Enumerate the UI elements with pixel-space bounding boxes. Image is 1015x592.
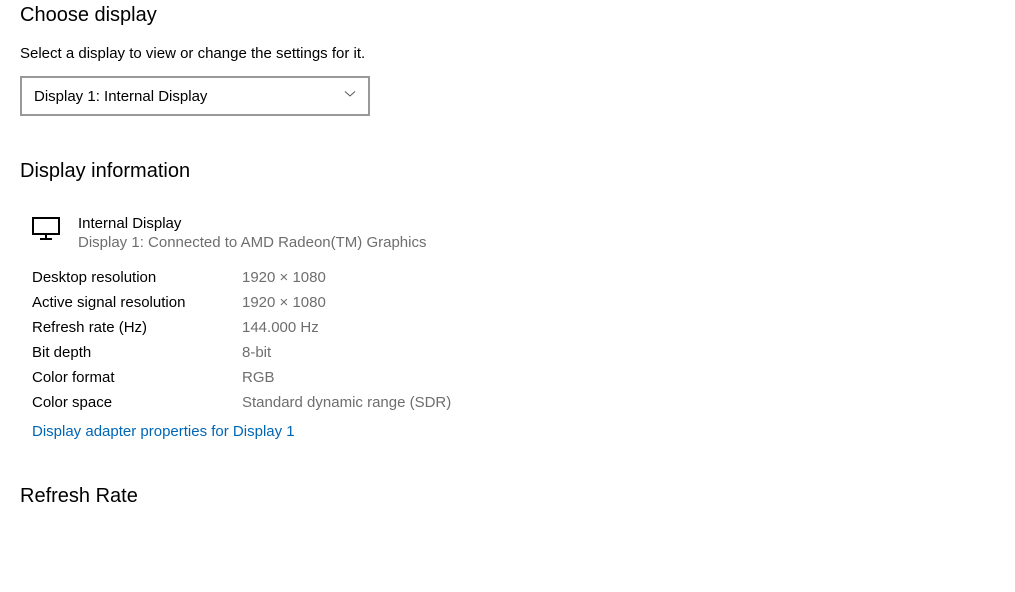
display-information-heading: Display information xyxy=(20,160,995,183)
info-value: 144.000 Hz xyxy=(242,319,319,336)
display-info-table: Desktop resolution 1920 × 1080 Active si… xyxy=(20,269,995,411)
info-label: Bit depth xyxy=(32,344,242,361)
display-select-value: Display 1: Internal Display xyxy=(34,88,207,105)
info-label: Active signal resolution xyxy=(32,294,242,311)
info-value: 1920 × 1080 xyxy=(242,269,326,286)
table-row: Refresh rate (Hz) 144.000 Hz xyxy=(32,319,995,336)
chevron-down-icon xyxy=(344,90,356,102)
display-connected-label: Display 1: Connected to AMD Radeon(TM) G… xyxy=(78,234,426,251)
choose-display-heading: Choose display xyxy=(20,4,995,27)
table-row: Bit depth 8-bit xyxy=(32,344,995,361)
table-row: Color space Standard dynamic range (SDR) xyxy=(32,394,995,411)
monitor-icon xyxy=(32,217,60,241)
table-row: Color format RGB xyxy=(32,369,995,386)
display-name-label: Internal Display xyxy=(78,215,426,232)
refresh-rate-heading: Refresh Rate xyxy=(20,485,995,508)
table-row: Desktop resolution 1920 × 1080 xyxy=(32,269,995,286)
info-value: 8-bit xyxy=(242,344,271,361)
choose-display-subtext: Select a display to view or change the s… xyxy=(20,45,995,62)
display-adapter-properties-link[interactable]: Display adapter properties for Display 1 xyxy=(20,423,295,440)
table-row: Active signal resolution 1920 × 1080 xyxy=(32,294,995,311)
info-label: Desktop resolution xyxy=(32,269,242,286)
info-label: Color space xyxy=(32,394,242,411)
info-value: Standard dynamic range (SDR) xyxy=(242,394,451,411)
info-label: Color format xyxy=(32,369,242,386)
info-value: RGB xyxy=(242,369,275,386)
display-select-dropdown[interactable]: Display 1: Internal Display xyxy=(20,76,370,116)
info-value: 1920 × 1080 xyxy=(242,294,326,311)
info-label: Refresh rate (Hz) xyxy=(32,319,242,336)
